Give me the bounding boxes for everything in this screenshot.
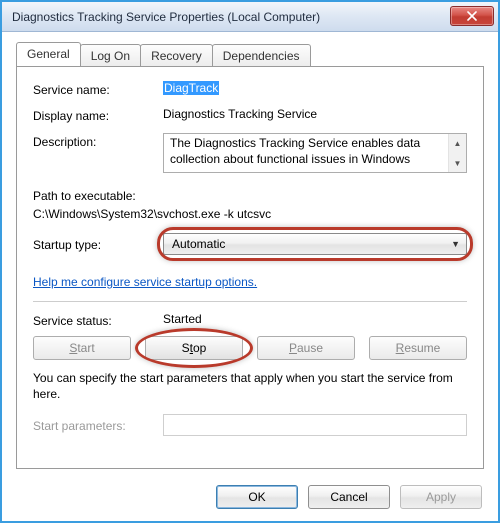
- help-link[interactable]: Help me configure service startup option…: [33, 275, 257, 289]
- titlebar: Diagnostics Tracking Service Properties …: [2, 2, 498, 32]
- value-service-status: Started: [163, 312, 467, 326]
- value-display-name: Diagnostics Tracking Service: [163, 107, 467, 121]
- close-button[interactable]: [450, 6, 494, 26]
- scroll-up-icon[interactable]: ▲: [449, 134, 466, 152]
- stop-button[interactable]: Stop: [145, 336, 243, 360]
- cancel-button[interactable]: Cancel: [308, 485, 390, 509]
- startup-type-value: Automatic: [172, 237, 225, 251]
- label-start-parameters: Start parameters:: [33, 417, 163, 433]
- description-scrollbar[interactable]: ▲ ▼: [448, 134, 466, 172]
- description-box: The Diagnostics Tracking Service enables…: [163, 133, 467, 173]
- label-service-status: Service status:: [33, 312, 163, 328]
- label-display-name: Display name:: [33, 107, 163, 123]
- startup-type-dropdown[interactable]: Automatic ▼: [163, 233, 467, 255]
- hint-text: You can specify the start parameters tha…: [33, 370, 467, 402]
- pause-button: Pause: [257, 336, 355, 360]
- label-path: Path to executable:: [33, 189, 467, 203]
- resume-button: Resume: [369, 336, 467, 360]
- close-icon: [467, 11, 477, 21]
- dialog-window: Diagnostics Tracking Service Properties …: [2, 2, 498, 521]
- window-title: Diagnostics Tracking Service Properties …: [12, 10, 450, 24]
- service-name-selected[interactable]: DiagTrack: [163, 81, 219, 95]
- divider: [33, 301, 467, 302]
- tab-general[interactable]: General: [16, 42, 81, 66]
- tab-strip: General Log On Recovery Dependencies: [2, 32, 498, 66]
- value-service-name: DiagTrack: [163, 81, 467, 95]
- start-button: Start: [33, 336, 131, 360]
- label-startup-type: Startup type:: [33, 236, 163, 252]
- start-parameters-input: [163, 414, 467, 436]
- scroll-down-icon[interactable]: ▼: [449, 154, 466, 172]
- description-text[interactable]: The Diagnostics Tracking Service enables…: [164, 134, 448, 172]
- apply-button: Apply: [400, 485, 482, 509]
- label-service-name: Service name:: [33, 81, 163, 97]
- chevron-down-icon: ▼: [451, 239, 460, 249]
- value-path: C:\Windows\System32\svchost.exe -k utcsv…: [33, 207, 467, 221]
- tab-recovery[interactable]: Recovery: [140, 44, 213, 67]
- label-description: Description:: [33, 133, 163, 149]
- ok-button[interactable]: OK: [216, 485, 298, 509]
- dialog-footer: OK Cancel Apply: [2, 477, 498, 521]
- tab-dependencies[interactable]: Dependencies: [212, 44, 311, 67]
- tab-panel-general: Service name: DiagTrack Display name: Di…: [16, 66, 484, 469]
- tab-log-on[interactable]: Log On: [80, 44, 141, 67]
